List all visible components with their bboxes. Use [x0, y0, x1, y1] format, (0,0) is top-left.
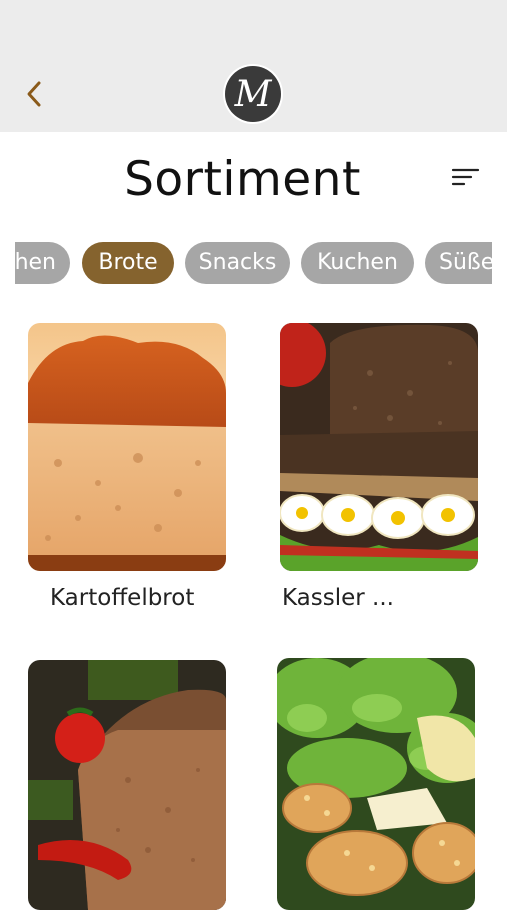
chip-brote[interactable]: Brote [82, 242, 174, 284]
top-app-bar: M [0, 0, 507, 132]
product-card[interactable] [277, 658, 477, 910]
product-image-potato-bread [28, 323, 226, 571]
product-card[interactable] [28, 660, 228, 910]
chip-suesse[interactable]: Süße [425, 242, 492, 284]
page-title: Sortiment [124, 152, 361, 207]
sort-lines-icon [451, 168, 480, 186]
sort-button[interactable] [450, 163, 482, 191]
product-card[interactable]: Kassler ... [280, 323, 480, 623]
brand-logo: M [222, 63, 284, 125]
back-button[interactable] [20, 78, 48, 110]
svg-text:M: M [234, 74, 273, 115]
chip-snacks[interactable]: Snacks [185, 242, 290, 284]
product-image-kassler-sandwich [280, 323, 478, 571]
chip-kuchen-left[interactable]: Kuchen [15, 242, 70, 284]
chip-kuchen[interactable]: Kuchen [301, 242, 414, 284]
product-card[interactable]: Kartoffelbrot [28, 323, 228, 623]
product-image-rye-bread [28, 660, 226, 910]
product-name: Kartoffelbrot [50, 585, 195, 611]
product-image-cheese-pastries [277, 658, 475, 910]
category-chip-scroller[interactable]: Kuchen Brote Snacks Kuchen Süße [15, 240, 492, 286]
chevron-left-icon [27, 81, 41, 107]
product-name: Kassler ... [282, 585, 394, 611]
